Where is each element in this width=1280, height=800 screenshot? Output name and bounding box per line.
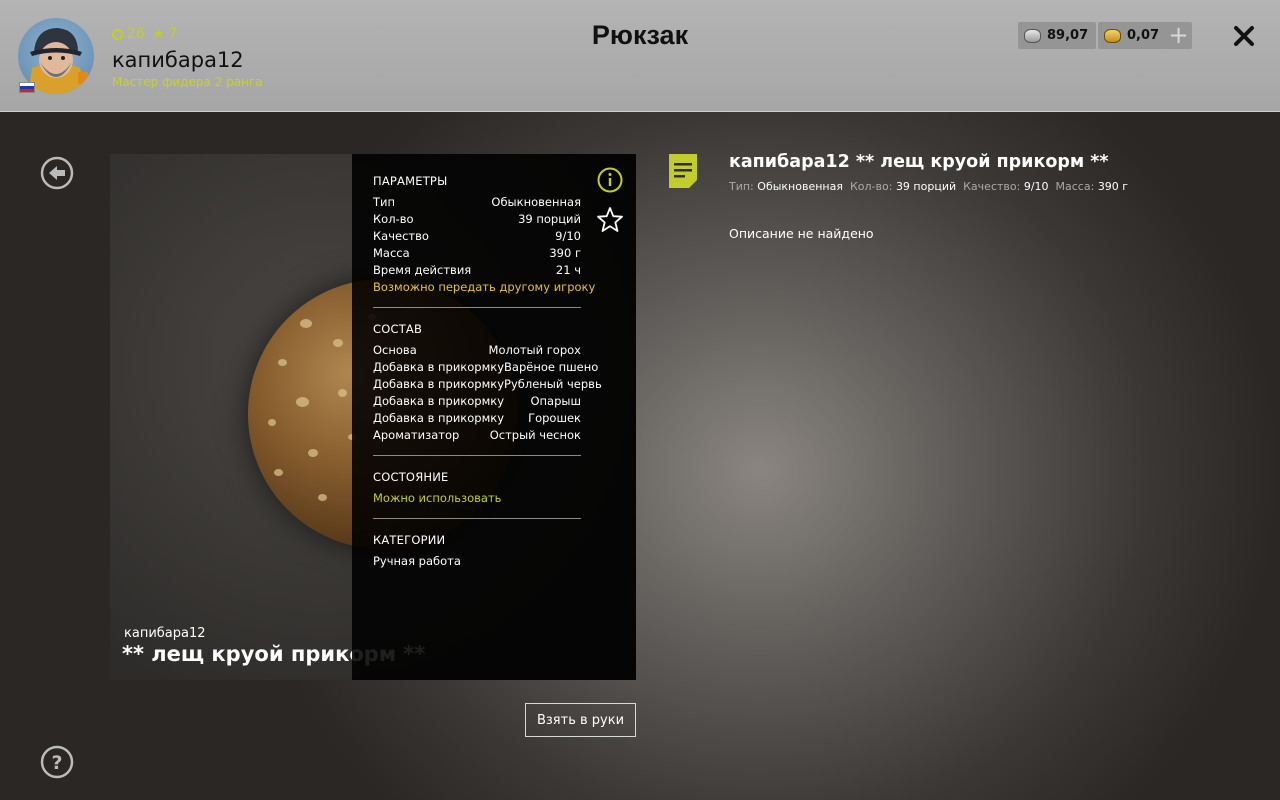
info-icon — [597, 167, 623, 193]
svg-text:?: ? — [51, 752, 62, 774]
divider — [373, 518, 581, 519]
star-outline-icon — [597, 207, 623, 232]
favorite-button[interactable] — [596, 206, 624, 234]
gold-value: 0,07 — [1127, 28, 1160, 43]
item-owner: капибара12 — [124, 626, 206, 641]
player-rank: Мастер фидера 2 ранга — [112, 75, 263, 89]
silver-coins-icon — [1024, 28, 1041, 43]
gold-balance[interactable]: 0,07 — [1098, 22, 1168, 49]
divider — [373, 307, 581, 308]
add-currency-button[interactable]: + — [1165, 22, 1192, 49]
note-icon — [669, 154, 697, 188]
close-button[interactable] — [1228, 20, 1260, 52]
back-arrow-icon — [40, 156, 74, 190]
param-row: Качество 9/10 — [373, 229, 581, 243]
param-row: Тип Обыкновенная — [373, 195, 581, 209]
silver-balance[interactable]: 89,07 — [1018, 22, 1097, 49]
item-title: капибара12 ** лещ круой прикорм ** — [729, 152, 1109, 172]
composition-row: Основа Молотый горох — [373, 343, 581, 357]
param-row: Масса 390 г — [373, 246, 581, 260]
gold-coins-icon — [1104, 28, 1121, 43]
divider — [373, 455, 581, 456]
params-heading: ПАРАМЕТРЫ — [373, 174, 448, 188]
take-in-hands-button[interactable]: Взять в руки — [525, 703, 636, 737]
state-heading: СОСТОЯНИЕ — [373, 470, 449, 484]
composition-heading: СОСТАВ — [373, 322, 423, 336]
help-button[interactable]: ? — [40, 745, 74, 779]
composition-row: Добавка в прикормку Рубленый червь — [373, 377, 602, 391]
country-flag-icon — [19, 82, 35, 93]
composition-row: Добавка в прикормку Варёное пшено — [373, 360, 599, 374]
categories-heading: КАТЕГОРИИ — [373, 533, 446, 547]
composition-row: Ароматизатор Острый чеснок — [373, 428, 581, 442]
state-value: Можно использовать — [373, 491, 502, 505]
info-button[interactable] — [597, 167, 623, 193]
composition-row: Добавка в прикормку Опарыш — [373, 394, 581, 408]
username: капибара12 — [112, 48, 244, 72]
param-row: Время действия 21 ч — [373, 263, 581, 277]
top-bar: 26 ★ 7 капибара12 Мастер фидера 2 ранга … — [0, 0, 1280, 112]
composition-row: Добавка в прикормку Горошек — [373, 411, 581, 425]
param-row: Кол-во 39 порций — [373, 212, 581, 226]
transfer-note: Возможно передать другому игроку — [373, 280, 596, 294]
silver-value: 89,07 — [1047, 28, 1089, 43]
item-details-panel: ПАРАМЕТРЫ Тип Обыкновенная Кол-во 39 порци… — [352, 154, 636, 680]
item-description: Описание не найдено — [729, 226, 874, 241]
category-value: Ручная работа — [373, 554, 461, 568]
close-icon — [1234, 26, 1254, 46]
item-meta: Тип: Обыкновенная Кол-во: 39 порций Каче… — [729, 180, 1129, 193]
back-button[interactable] — [40, 156, 74, 190]
question-mark-icon: ? — [40, 745, 74, 779]
